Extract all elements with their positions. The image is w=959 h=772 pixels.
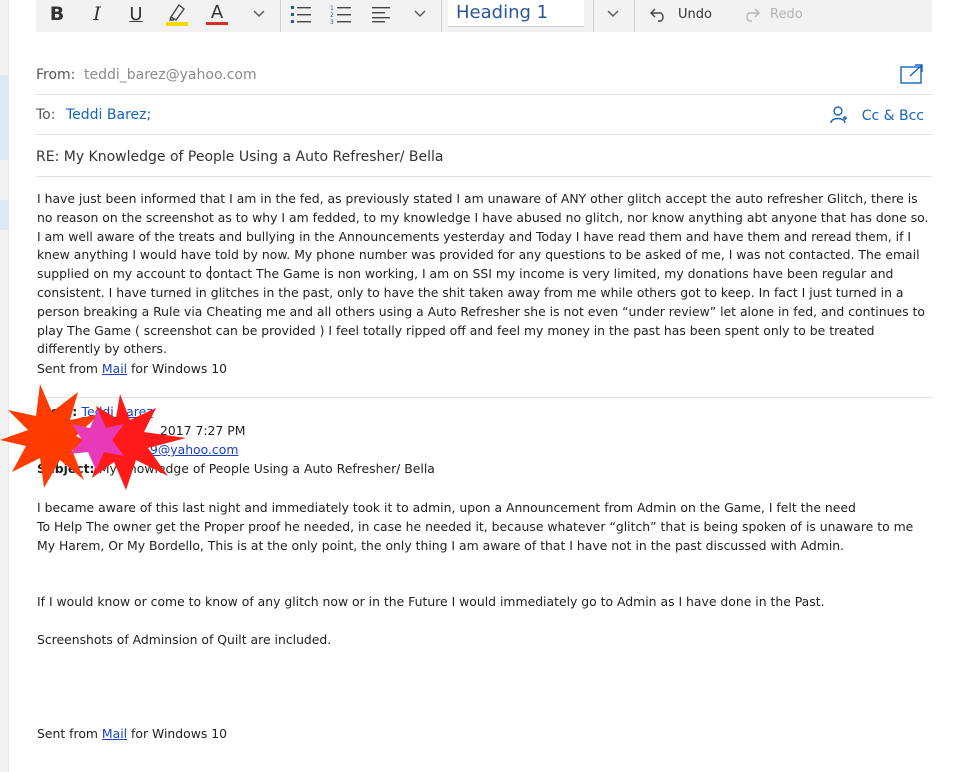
text-cursor — [210, 266, 211, 280]
toolbar-separator — [634, 0, 635, 32]
quoted-sent-prefix: Sent from — [37, 726, 102, 741]
quoted-signature: Sent from Mail for Windows 10 — [37, 725, 227, 744]
font-color-label: A — [210, 1, 224, 23]
left-rail-highlight-2 — [0, 200, 8, 230]
redo-label: Redo — [770, 6, 803, 22]
subject-field[interactable]: RE: My Knowledge of People Using a Auto … — [36, 149, 443, 165]
chevron-down-icon — [414, 10, 426, 17]
sent-from-suffix: for Windows 10 — [127, 361, 228, 376]
align-button[interactable] — [370, 0, 392, 28]
font-color-button[interactable]: A — [206, 0, 228, 28]
format-toolbar: B I U A 1 2 3 Heading 1 Undo Redo — [36, 0, 932, 32]
font-color-swatch — [206, 21, 228, 25]
from-row: From: teddi_barez@yahoo.com — [36, 56, 932, 95]
add-person-icon — [830, 106, 847, 124]
quoted-sent-suffix: for Windows 10 — [127, 726, 228, 741]
more-font-options-button[interactable] — [250, 0, 268, 28]
toolbar-separator — [280, 0, 281, 32]
svg-text:2: 2 — [330, 12, 334, 19]
style-dropdown[interactable]: Heading 1 — [448, 0, 584, 27]
quoted-paragraph: I became aware of this last night and im… — [37, 500, 914, 553]
from-value[interactable]: teddi_barez@yahoo.com — [84, 67, 257, 83]
message-body-paragraph[interactable]: I have just been informed that I am in t… — [37, 190, 930, 359]
quoted-paragraph-2: If I would know or come to know of any g… — [37, 594, 825, 609]
signature: Sent from Mail for Windows 10 — [37, 360, 227, 379]
pop-out-icon — [900, 64, 923, 84]
redaction-scribble — [0, 384, 186, 490]
highlight-button[interactable] — [164, 0, 190, 28]
align-left-icon — [372, 7, 390, 23]
subject-row: RE: My Knowledge of People Using a Auto … — [36, 138, 932, 177]
pop-out-button[interactable] — [900, 64, 924, 88]
chevron-down-icon — [253, 10, 265, 17]
to-recipient[interactable]: Teddi Barez; — [66, 107, 151, 123]
bold-button[interactable]: B — [46, 0, 68, 28]
svg-text:3: 3 — [330, 19, 334, 24]
quoted-mail-link[interactable]: Mail — [102, 726, 127, 741]
numbering-button[interactable]: 1 2 3 — [330, 0, 352, 28]
bullet-list-icon — [291, 6, 311, 23]
style-value: Heading 1 — [456, 2, 549, 23]
svg-text:1: 1 — [330, 5, 334, 12]
toolbar-separator — [441, 0, 442, 32]
redo-icon — [746, 8, 760, 22]
bullets-button[interactable] — [290, 0, 312, 28]
cc-bcc-button[interactable]: Cc & Bcc — [862, 108, 924, 124]
chevron-down-icon — [607, 10, 619, 17]
left-rail-highlight — [0, 75, 8, 160]
undo-button[interactable]: Undo — [650, 0, 720, 28]
italic-button[interactable]: I — [86, 0, 108, 28]
add-recipient-button[interactable] — [830, 106, 848, 128]
from-label: From: — [36, 67, 76, 83]
toolbar-separator — [593, 0, 594, 32]
to-label: To: — [36, 107, 56, 123]
quoted-paragraph-3: Screenshots of Adminsion of Quilt are in… — [37, 632, 332, 647]
numbered-list-icon: 1 2 3 — [330, 5, 351, 24]
mail-link[interactable]: Mail — [102, 361, 127, 376]
sent-from-prefix: Sent from — [37, 361, 102, 376]
style-dropdown-button[interactable] — [604, 0, 622, 28]
undo-label: Undo — [678, 6, 712, 22]
more-paragraph-options-button[interactable] — [411, 0, 429, 28]
undo-icon — [650, 8, 664, 22]
underline-button[interactable]: U — [125, 0, 147, 28]
redo-button[interactable]: Redo — [742, 0, 812, 28]
highlighter-icon — [166, 3, 188, 26]
to-row: To: Teddi Barez; Cc & Bcc — [36, 96, 932, 135]
